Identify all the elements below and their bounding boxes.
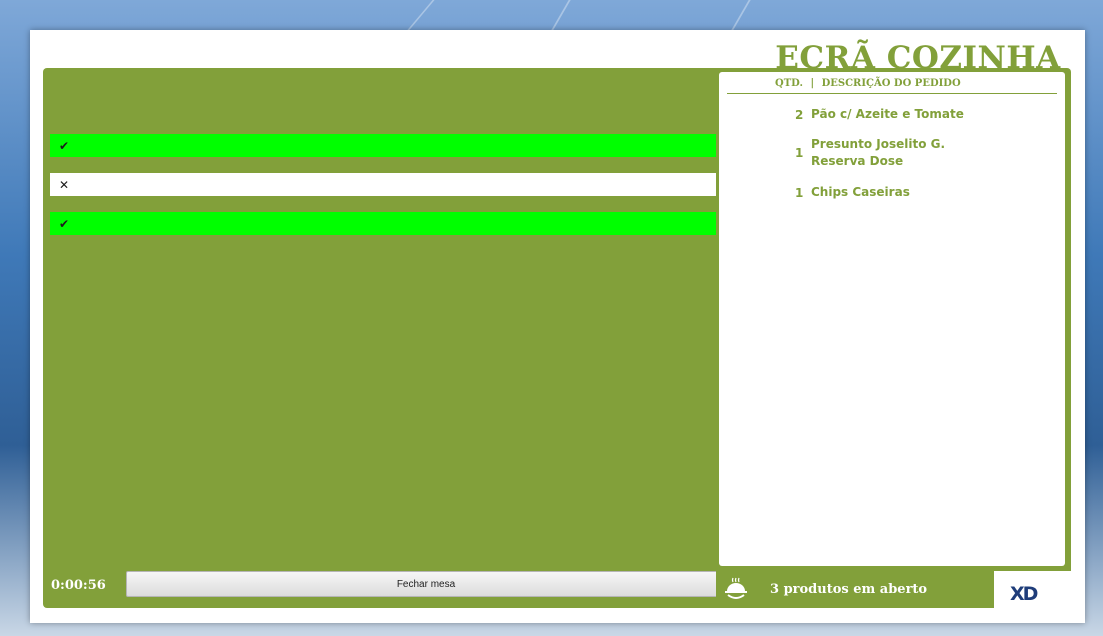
close-table-button[interactable]: Fechar mesa [126,571,726,597]
item-quantity: 1 [795,146,804,160]
order-status-panel: ✔ ✕ ✔ 0:00:56 Fechar mesa [43,68,733,608]
order-item[interactable]: 1 Presunto Joselito G. Reserva Dose [795,136,991,170]
item-quantity: 2 [795,107,804,122]
order-item[interactable]: 1 Chips Caseiras [795,184,991,201]
description-column-header: DESCRIÇÃO DO PEDIDO [821,78,961,89]
order-description-frame: QTD. | DESCRIÇÃO DO PEDIDO 2 Pão c/ Azei… [716,68,1071,571]
check-icon: ✔ [59,138,70,153]
status-row[interactable]: ✕ [50,173,730,196]
header-divider [727,93,1057,94]
x-icon: ✕ [59,177,70,192]
item-description: Presunto Joselito G. Reserva Dose [811,137,946,168]
open-products-status-bar: 3 produtos em aberto [716,571,994,608]
column-separator: | [810,78,815,89]
order-item[interactable]: 2 Pão c/ Azeite e Tomate [795,106,991,123]
item-description: Pão c/ Azeite e Tomate [811,107,964,121]
qty-column-header: QTD. [775,78,803,89]
xd-logo: XD [1010,583,1038,605]
item-description: Chips Caseiras [811,185,910,199]
cloche-icon [725,577,747,599]
kitchen-screen-window: ECRÃ COZINHA ✔ ✕ ✔ 0:00:56 Fechar mesa Q… [30,30,1085,623]
order-table-header: QTD. | DESCRIÇÃO DO PEDIDO [775,78,961,89]
elapsed-timer: 0:00:56 [51,578,106,593]
status-row[interactable]: ✔ [50,134,730,157]
item-quantity: 1 [795,185,804,200]
order-description-panel: QTD. | DESCRIÇÃO DO PEDIDO 2 Pão c/ Azei… [719,72,1065,566]
status-row[interactable]: ✔ [50,212,730,235]
check-icon: ✔ [59,216,70,231]
open-products-count: 3 produtos em aberto [770,582,928,597]
